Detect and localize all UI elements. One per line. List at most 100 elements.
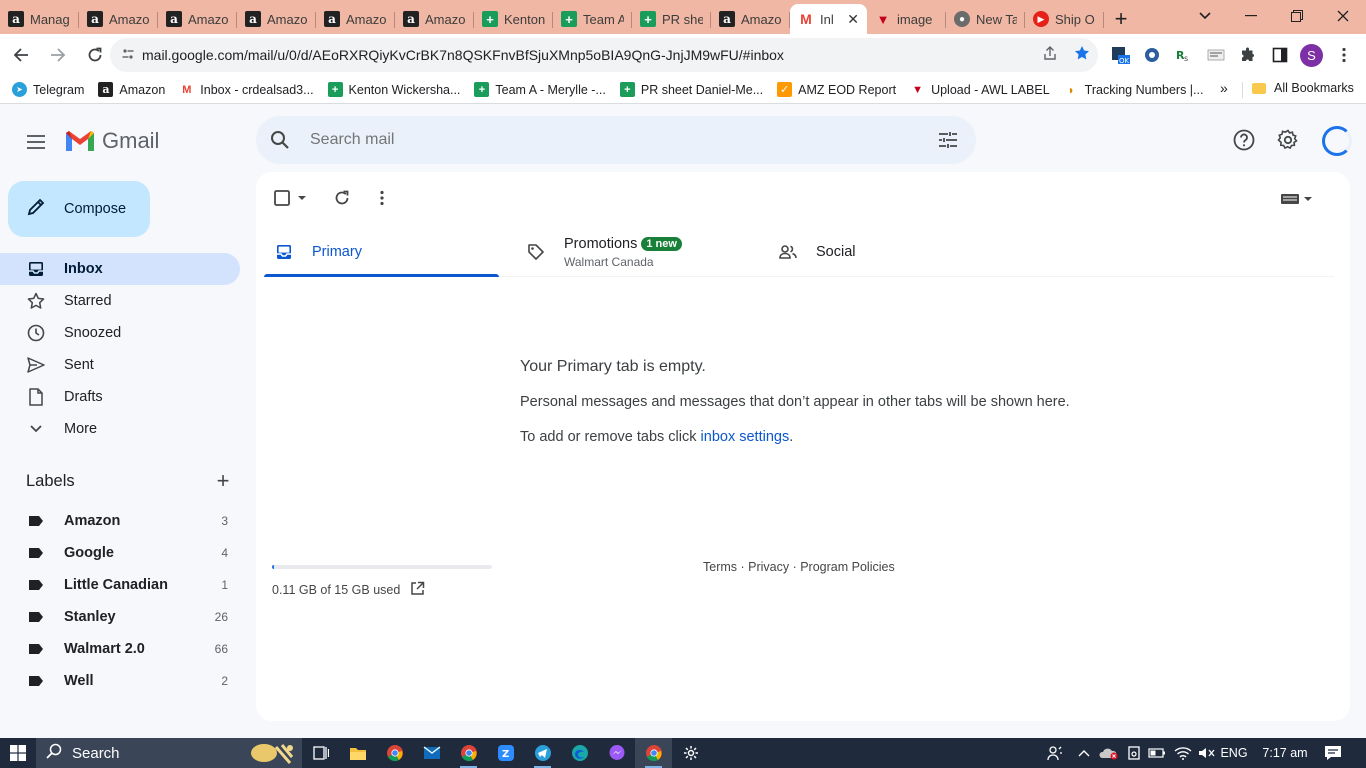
restore-window-button[interactable]: [1274, 0, 1320, 32]
search-icon[interactable]: [268, 128, 292, 152]
help-icon[interactable]: [1232, 128, 1256, 152]
device-tray-icon[interactable]: [1124, 738, 1144, 768]
footer-links[interactable]: Terms · Privacy · Program Policies: [703, 560, 895, 574]
taskbar-search-box[interactable]: Search: [36, 738, 302, 768]
bookmark-item[interactable]: ➤ Telegram: [12, 82, 84, 97]
label-item[interactable]: Well 2: [0, 665, 240, 697]
search-input[interactable]: [310, 131, 928, 149]
browser-tab[interactable]: a Amazo: [237, 4, 316, 34]
file-explorer-icon[interactable]: [339, 738, 376, 768]
create-label-plus-icon[interactable]: +: [212, 470, 234, 492]
forward-button[interactable]: [42, 39, 74, 71]
gamepad-extension-icon[interactable]: [1140, 43, 1164, 67]
browser-tab[interactable]: a Amazo: [711, 4, 790, 34]
zoom-app-icon[interactable]: Z: [487, 738, 524, 768]
browser-tab[interactable]: a Manag: [0, 4, 79, 34]
label-item[interactable]: Stanley 26: [0, 601, 240, 633]
edge-app-icon[interactable]: [561, 738, 598, 768]
all-bookmarks-button[interactable]: All Bookmarks: [1252, 81, 1354, 95]
share-icon[interactable]: [1034, 45, 1066, 65]
bookmarks-overflow-button[interactable]: »: [1220, 80, 1228, 96]
new-tab-plus-icon[interactable]: +: [1104, 4, 1138, 34]
settings-gear-icon[interactable]: [1276, 128, 1300, 152]
label-extension-icon[interactable]: [1204, 43, 1228, 67]
input-tools-keyboard-icon[interactable]: [1278, 188, 1314, 208]
minimize-window-button[interactable]: [1228, 0, 1274, 32]
chrome-app-icon[interactable]: [376, 738, 413, 768]
side-panel-icon[interactable]: [1268, 43, 1292, 67]
account-avatar[interactable]: [1322, 126, 1352, 156]
browser-tab[interactable]: + Kenton: [474, 4, 553, 34]
notifications-icon[interactable]: [1320, 738, 1346, 768]
sidebar-item-drafts[interactable]: Drafts: [0, 381, 240, 413]
browser-tab[interactable]: ● New Ta: [946, 4, 1025, 34]
more-actions-icon[interactable]: [372, 188, 392, 208]
bookmark-star-icon[interactable]: [1066, 45, 1098, 65]
browser-tab[interactable]: a Amazo: [395, 4, 474, 34]
sidebar-item-sent[interactable]: Sent: [0, 349, 240, 381]
inbox-settings-link[interactable]: inbox settings: [701, 429, 790, 445]
url-text[interactable]: mail.google.com/mail/u/0/d/AEoRXRQiyKvCr…: [142, 47, 1034, 63]
browser-tab[interactable]: a Amazo: [316, 4, 395, 34]
rs-extension-icon[interactable]: Rs: [1172, 43, 1196, 67]
settings-app-icon[interactable]: [672, 738, 709, 768]
label-item[interactable]: Little Canadian 1: [0, 569, 240, 601]
messenger-app-icon[interactable]: [598, 738, 635, 768]
sidebar-item-more[interactable]: More: [0, 413, 240, 445]
browser-tab[interactable]: ▼ image: [867, 4, 946, 34]
bookmark-item[interactable]: ◗ Tracking Numbers |...: [1064, 82, 1204, 97]
people-tray-icon[interactable]: [1044, 738, 1066, 768]
bookmark-item[interactable]: a Amazon: [98, 82, 165, 97]
address-bar[interactable]: mail.google.com/mail/u/0/d/AEoRXRQiyKvCr…: [110, 38, 1098, 72]
tab-search-icon[interactable]: [1182, 0, 1228, 32]
search-options-icon[interactable]: [928, 120, 968, 160]
task-view-icon[interactable]: [302, 738, 339, 768]
bookmark-item[interactable]: + Team A - Merylle -...: [474, 82, 606, 97]
bookmark-item[interactable]: + Kenton Wickersha...: [327, 82, 460, 97]
clock-time[interactable]: 7:17 am: [1256, 738, 1314, 768]
site-info-icon[interactable]: [122, 48, 142, 63]
gmail-logo[interactable]: Gmail: [64, 128, 159, 154]
label-item[interactable]: Walmart 2.0 66: [0, 633, 240, 665]
tab-promotions[interactable]: Promotions 1 new Walmart Canada: [526, 228, 766, 276]
select-all-checkbox[interactable]: [274, 188, 310, 208]
tab-social[interactable]: Social: [778, 228, 1018, 276]
tab-primary[interactable]: Primary: [264, 228, 499, 277]
chrome-active-app-icon[interactable]: [635, 738, 672, 768]
sidebar-item-snoozed[interactable]: Snoozed: [0, 317, 240, 349]
ok-extension-icon[interactable]: OK: [1108, 43, 1132, 67]
refresh-icon[interactable]: [332, 188, 352, 208]
browser-menu-icon[interactable]: [1332, 43, 1356, 67]
volume-muted-icon[interactable]: [1196, 738, 1218, 768]
sidebar-item-inbox[interactable]: Inbox: [0, 253, 240, 285]
browser-tab[interactable]: + Team A: [553, 4, 632, 34]
label-item[interactable]: Amazon 3: [0, 505, 240, 537]
close-window-button[interactable]: [1320, 0, 1366, 32]
bookmark-item[interactable]: ▼ Upload - AWL LABEL: [910, 82, 1050, 97]
reload-button[interactable]: [79, 39, 111, 71]
browser-tab[interactable]: ▶ Ship O: [1025, 4, 1104, 34]
telegram-app-icon[interactable]: [524, 738, 561, 768]
onedrive-error-icon[interactable]: [1098, 738, 1120, 768]
compose-button[interactable]: Compose: [8, 181, 150, 237]
back-button[interactable]: [5, 39, 37, 71]
wifi-icon[interactable]: [1172, 738, 1194, 768]
close-tab-icon[interactable]: ✕: [847, 11, 859, 28]
sidebar-item-starred[interactable]: Starred: [0, 285, 240, 317]
bookmark-item[interactable]: + PR sheet Daniel-Me...: [619, 82, 763, 97]
bookmark-item[interactable]: M Inbox - crdealsad3...: [179, 82, 313, 97]
bookmark-item[interactable]: ✓ AMZ EOD Report: [777, 82, 896, 97]
external-link-icon[interactable]: [410, 581, 425, 599]
browser-tab[interactable]: a Amazo: [158, 4, 237, 34]
browser-tab[interactable]: + PR shee: [632, 4, 711, 34]
show-hidden-icons-chevron-icon[interactable]: [1074, 738, 1094, 768]
browser-profile-avatar[interactable]: S: [1300, 44, 1323, 67]
browser-tab[interactable]: M Inl ✕: [790, 4, 867, 34]
extensions-puzzle-icon[interactable]: [1236, 43, 1260, 67]
chrome-profile-app-icon[interactable]: [450, 738, 487, 768]
battery-icon[interactable]: [1146, 738, 1168, 768]
language-indicator[interactable]: ENG: [1218, 738, 1250, 768]
windows-start-button[interactable]: [0, 738, 36, 768]
mail-app-icon[interactable]: [413, 738, 450, 768]
main-menu-button[interactable]: [20, 126, 52, 158]
